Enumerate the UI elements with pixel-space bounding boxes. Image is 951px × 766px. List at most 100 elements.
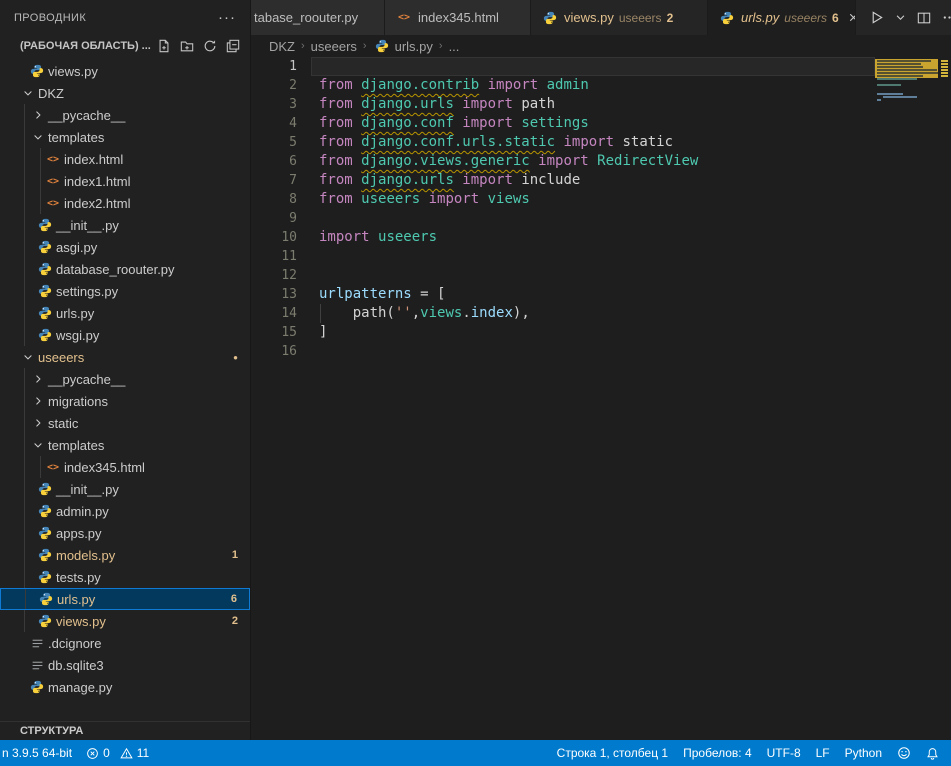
tree-file-admin-py[interactable]: admin.py [0,500,250,522]
more-actions-button[interactable] [942,10,951,25]
code-editor[interactable]: 12from django.contrib import admin3from … [251,57,875,361]
tree-folder-pycache[interactable]: __pycache__ [0,368,250,390]
notifications-bell-icon[interactable] [926,747,939,760]
tree-file-urls-py[interactable]: urls.py [0,302,250,324]
tree-file-tests-py[interactable]: tests.py [0,566,250,588]
tree-file-wsgi-py[interactable]: wsgi.py [0,324,250,346]
tree-item-label: templates [48,130,104,145]
code-line-15[interactable]: 15] [251,323,875,342]
code-line-11[interactable]: 11 [251,247,875,266]
tree-file-index2-html[interactable]: <>index2.html [0,192,250,214]
code-line-9[interactable]: 9 [251,209,875,228]
line-content: from django.conf.urls.static import stat… [319,133,673,152]
code-line-10[interactable]: 10import useeers [251,228,875,247]
overview-ruler-warning-mark [941,72,948,74]
problems-status[interactable]: 0 11 [86,746,149,760]
code-token: from [319,134,361,150]
tree-file-index345-html[interactable]: <>index345.html [0,456,250,478]
breadcrumb-label: urls.py [395,39,433,54]
eol-status[interactable]: LF [816,746,830,760]
tree-folder-dkz[interactable]: DKZ [0,82,250,104]
breadcrumb-item-dkz[interactable]: DKZ [269,39,295,54]
language-mode-status[interactable]: Python [845,746,882,760]
tree-file-manage-py[interactable]: manage.py [0,676,250,698]
code-line-5[interactable]: 5from django.conf.urls.static import sta… [251,133,875,152]
code-token: import [454,172,521,188]
python-icon [37,592,55,606]
code-line-6[interactable]: 6from django.views.generic import Redire… [251,152,875,171]
code-line-7[interactable]: 7from django.urls import include [251,171,875,190]
tree-file-index-html[interactable]: <>index.html [0,148,250,170]
tree-folder-static[interactable]: static [0,412,250,434]
tree-file-settings-py[interactable]: settings.py [0,280,250,302]
code-line-4[interactable]: 4from django.conf import settings [251,114,875,133]
code-line-13[interactable]: 13urlpatterns = [ [251,285,875,304]
line-content: ] [319,323,327,342]
python-icon [36,262,54,276]
feedback-icon[interactable] [897,746,911,760]
tree-file-index1-html[interactable]: <>index1.html [0,170,250,192]
run-dropdown-button[interactable] [895,12,906,23]
close-icon[interactable] [847,11,856,24]
code-line-16[interactable]: 16 [251,342,875,361]
code-line-12[interactable]: 12 [251,266,875,285]
python-icon [36,614,54,628]
tree-folder-useeers[interactable]: useeers● [0,346,250,368]
tree-file-database-roouter-py[interactable]: database_roouter.py [0,258,250,280]
code-line-2[interactable]: 2from django.contrib import admin [251,76,875,95]
tab-index345-html[interactable]: <>index345.html [385,0,531,35]
tree-file-views-py[interactable]: views.py [0,60,250,82]
chevron-down-icon [30,131,46,143]
python-icon [36,504,54,518]
tree-folder-migrations[interactable]: migrations [0,390,250,412]
python-icon [36,328,54,342]
code-token: import [454,96,521,112]
python-interpreter-status[interactable]: n 3.9.5 64-bit [2,746,72,760]
breadcrumb-item-[interactable]: ... [449,39,460,54]
tab-tabase-roouter-py[interactable]: tabase_roouter.py [251,0,385,35]
tree-file-init-py[interactable]: __init__.py [0,214,250,236]
tree-file-db-sqlite3[interactable]: db.sqlite3 [0,654,250,676]
overview-ruler[interactable] [938,57,951,740]
refresh-icon[interactable] [203,39,217,53]
code-line-1[interactable]: 1 [251,57,875,76]
new-file-icon[interactable] [157,39,171,53]
workspace-label: (РАБОЧАЯ ОБЛАСТЬ) ... [20,40,151,52]
encoding-status[interactable]: UTF-8 [767,746,801,760]
code-token: import [420,191,487,207]
tab-urls-py[interactable]: urls.pyuseeers6 [708,0,856,35]
tree-file-apps-py[interactable]: apps.py [0,522,250,544]
collapse-all-icon[interactable] [226,39,240,53]
tree-item-label: asgi.py [56,240,97,255]
tree-file-asgi-py[interactable]: asgi.py [0,236,250,258]
tree-folder-pycache[interactable]: __pycache__ [0,104,250,126]
cursor-position-status[interactable]: Строка 1, столбец 1 [557,746,668,760]
code-line-8[interactable]: 8from useeers import views [251,190,875,209]
views-and-more-actions-button[interactable]: ··· [218,9,236,26]
tree-file-views-py[interactable]: views.py2 [0,610,250,632]
split-editor-button[interactable] [917,11,931,25]
tree-folder-templates[interactable]: templates [0,434,250,456]
tree-folder-templates[interactable]: templates [0,126,250,148]
tree-file-urls-py[interactable]: urls.py6 [0,588,250,610]
tree-file-dcignore[interactable]: .dcignore [0,632,250,654]
code-token: urlpatterns [319,286,412,302]
code-line-3[interactable]: 3from django.urls import path [251,95,875,114]
tree-file-init-py[interactable]: __init__.py [0,478,250,500]
code-token: import [530,153,597,169]
tree-item-label: templates [48,438,104,453]
overview-ruler-warning-mark [941,69,948,71]
new-folder-icon[interactable] [180,39,194,53]
workspace-section-header[interactable]: (РАБОЧАЯ ОБЛАСТЬ) ... [0,35,250,57]
tree-file-models-py[interactable]: models.py1 [0,544,250,566]
indentation-status[interactable]: Пробелов: 4 [683,746,752,760]
code-line-14[interactable]: 14 path('',views.index), [251,304,875,323]
breadcrumb-item-useeers[interactable]: useeers [311,39,357,54]
tab-views-py[interactable]: views.pyuseeers2 [531,0,708,35]
outline-section-header[interactable]: СТРУКТУРА [0,721,250,740]
tree-item-label: useeers [38,350,84,365]
run-button[interactable] [869,10,884,25]
minimap[interactable] [875,57,938,740]
chevron-down-icon [20,87,36,99]
breadcrumb-item-urls-py[interactable]: urls.py [373,39,433,54]
